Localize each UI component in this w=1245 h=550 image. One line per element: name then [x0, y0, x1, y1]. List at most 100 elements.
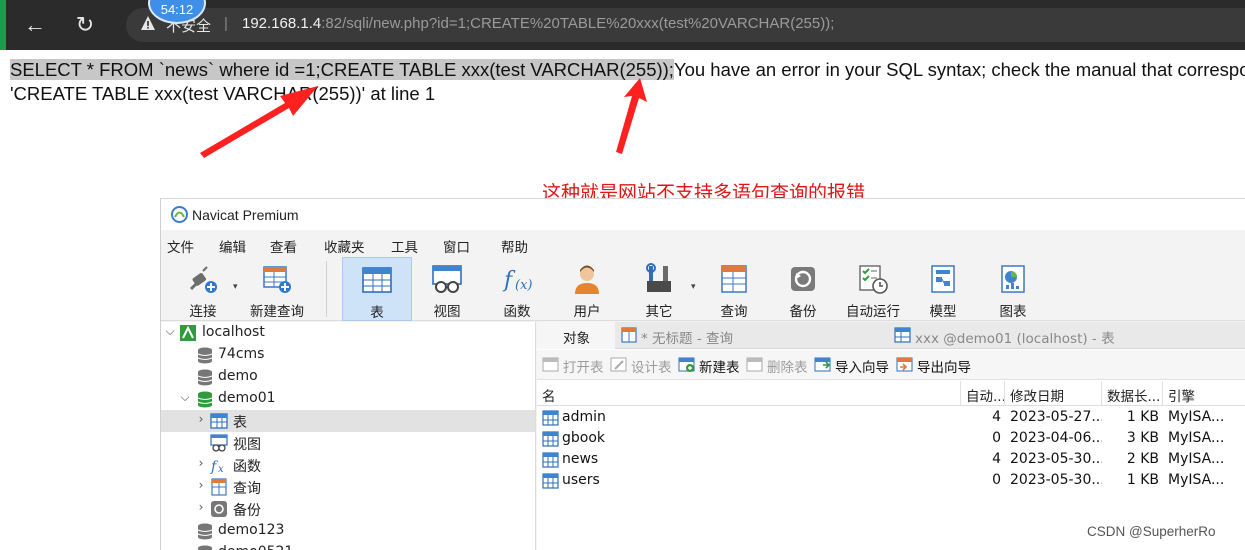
table-icon [542, 410, 559, 426]
tree-item-functions[interactable]: › f x 函数 [161, 454, 535, 476]
backup-label: 备份 [789, 304, 817, 320]
tree-item-tables[interactable]: › 表 [161, 410, 535, 432]
window-title: Navicat Premium [192, 207, 299, 223]
tree-item-backups[interactable]: › 备份 [161, 498, 535, 520]
function-button[interactable]: f (x) 函数 [489, 257, 545, 321]
tree-item-views[interactable]: 视图 [161, 432, 535, 454]
error-message: You have an error in your SQL syntax; ch… [673, 59, 1245, 80]
tree-item-demo01[interactable]: ⌵ demo01 [161, 388, 535, 410]
new-query-label: 新建查询 [250, 304, 304, 320]
warning-icon[interactable] [140, 15, 156, 31]
new-table-button[interactable]: 新建表 [678, 356, 744, 376]
menu-view[interactable]: 查看 [270, 236, 297, 256]
expand-caret-icon[interactable]: ⌵ [179, 390, 191, 405]
tab-untitled-query[interactable]: * 无标题 - 查询 [617, 322, 889, 349]
menu-tools[interactable]: 工具 [391, 236, 418, 256]
tree-item-demo[interactable]: demo [161, 366, 535, 388]
cell-engine: MyISA... [1168, 430, 1225, 446]
other-button[interactable]: 其它 [631, 257, 687, 321]
tab-table-xxx[interactable]: xxx @demo01 (localhost) - 表 [891, 322, 1163, 349]
new-query-button[interactable]: 新建查询 [245, 257, 309, 321]
sort-caret-icon: ⌃ [743, 381, 752, 389]
chevron-right-icon[interactable]: › [195, 500, 207, 514]
other-dropdown-icon[interactable]: ▾ [691, 281, 696, 292]
open-table-icon [542, 357, 559, 372]
tree-item-demo123[interactable]: demo123 [161, 520, 535, 542]
user-button[interactable]: 用户 [559, 257, 615, 321]
user-label: 用户 [573, 304, 601, 320]
export-wizard-button[interactable]: 导出向导 [896, 356, 976, 376]
table-icon [362, 267, 392, 293]
table-row[interactable]: users 0 2023-05-30... 1 KB MyISA... [537, 471, 1245, 492]
menu-window[interactable]: 窗口 [443, 236, 470, 256]
model-button[interactable]: 模型 [915, 257, 971, 321]
tree-label-backups: 备份 [233, 503, 261, 519]
column-header-modified-date[interactable]: 修改日期 [1005, 381, 1102, 406]
design-table-button[interactable]: 设计表 [610, 356, 676, 376]
menu-favorites[interactable]: 收藏夹 [324, 236, 365, 256]
chevron-right-icon[interactable]: › [195, 456, 207, 470]
connect-button[interactable]: 连接 [175, 257, 231, 321]
column-header-engine[interactable]: 引擎 [1163, 381, 1245, 406]
view-button[interactable]: 视图 [419, 257, 475, 321]
chart-icon [1001, 265, 1025, 293]
column-header-name[interactable]: 名 ⌃ [537, 381, 961, 406]
column-header-auto-increment[interactable]: 自动... [961, 381, 1005, 406]
tree-label-demo123: demo123 [218, 522, 285, 538]
tree-label-demo01: demo01 [218, 390, 276, 406]
query-icon [621, 327, 637, 343]
reload-icon[interactable]: ↻ [70, 10, 100, 40]
chevron-right-icon[interactable]: › [195, 478, 207, 492]
table-row[interactable]: news 4 2023-05-30... 2 KB MyISA... [537, 450, 1245, 471]
menu-file[interactable]: 文件 [167, 236, 194, 256]
cell-table-name: admin [562, 409, 606, 425]
object-panel: 对象 * 无标题 - 查询 xxx @demo01 (localhost) - … [537, 322, 1245, 550]
function-label: 函数 [503, 304, 531, 320]
import-wizard-button[interactable]: 导入向导 [814, 356, 894, 376]
red-arrow-right-icon [616, 78, 647, 154]
tree-item-74cms[interactable]: 74cms [161, 344, 535, 366]
tab-bar: 对象 * 无标题 - 查询 xxx @demo01 (localhost) - … [537, 322, 1245, 349]
new-table-label: 新建表 [699, 360, 740, 376]
column-header-data-length[interactable]: 数据长... [1102, 381, 1163, 406]
connect-dropdown-icon[interactable]: ▾ [233, 281, 238, 292]
cell-auto-increment: 0 [992, 430, 1001, 446]
backup-button[interactable]: 备份 [775, 257, 831, 321]
plug-icon [189, 266, 217, 293]
table-row[interactable]: gbook 0 2023-04-06... 3 KB MyISA... [537, 429, 1245, 450]
database-icon [197, 369, 213, 386]
back-arrow-icon[interactable]: ← [20, 10, 50, 40]
cell-auto-increment: 0 [992, 472, 1001, 488]
browser-toolbar: ← ↻ 不安全 | 192.168.1.4:82/sqli/new.php?id… [0, 0, 1245, 50]
open-table-button[interactable]: 打开表 [542, 356, 608, 376]
sql-error-line-1: SELECT * FROM `news` where id =1;CREATE … [10, 59, 1245, 81]
chevron-right-icon[interactable]: › [195, 412, 207, 426]
cell-modified-date: 2023-05-30... [1010, 451, 1102, 467]
delete-table-button[interactable]: 删除表 [746, 356, 812, 376]
cell-engine: MyISA... [1168, 472, 1225, 488]
table-icon [542, 452, 559, 468]
chart-button[interactable]: 图表 [985, 257, 1041, 321]
expand-caret-icon[interactable]: ⌵ [164, 324, 176, 339]
tab-objects[interactable]: 对象 [537, 322, 615, 349]
automation-button[interactable]: 自动运行 [843, 257, 903, 321]
table-button[interactable]: 表 [342, 257, 412, 321]
url-text[interactable]: 192.168.1.4:82/sqli/new.php?id=1;CREATE%… [242, 15, 834, 32]
query-button[interactable]: 查询 [706, 257, 762, 321]
other-label: 其它 [645, 304, 673, 320]
cell-auto-increment: 4 [992, 409, 1001, 425]
menu-edit[interactable]: 编辑 [219, 236, 246, 256]
tree-item-localhost[interactable]: ⌵ localhost [161, 322, 535, 344]
tree-label-demo: demo [218, 368, 258, 384]
table-row[interactable]: admin 4 2023-05-27... 1 KB MyISA... [537, 408, 1245, 429]
function-fx-icon: f x [210, 459, 224, 474]
menu-help[interactable]: 帮助 [501, 236, 528, 256]
url-separator: | [224, 15, 228, 32]
tree-item-demo0521[interactable]: demo0521 [161, 542, 535, 550]
database-icon [197, 523, 213, 540]
cell-table-name: news [562, 451, 599, 467]
new-query-icon [263, 266, 291, 293]
table-icon [542, 431, 559, 447]
tree-item-queries[interactable]: › 查询 [161, 476, 535, 498]
cell-modified-date: 2023-05-30... [1010, 472, 1102, 488]
